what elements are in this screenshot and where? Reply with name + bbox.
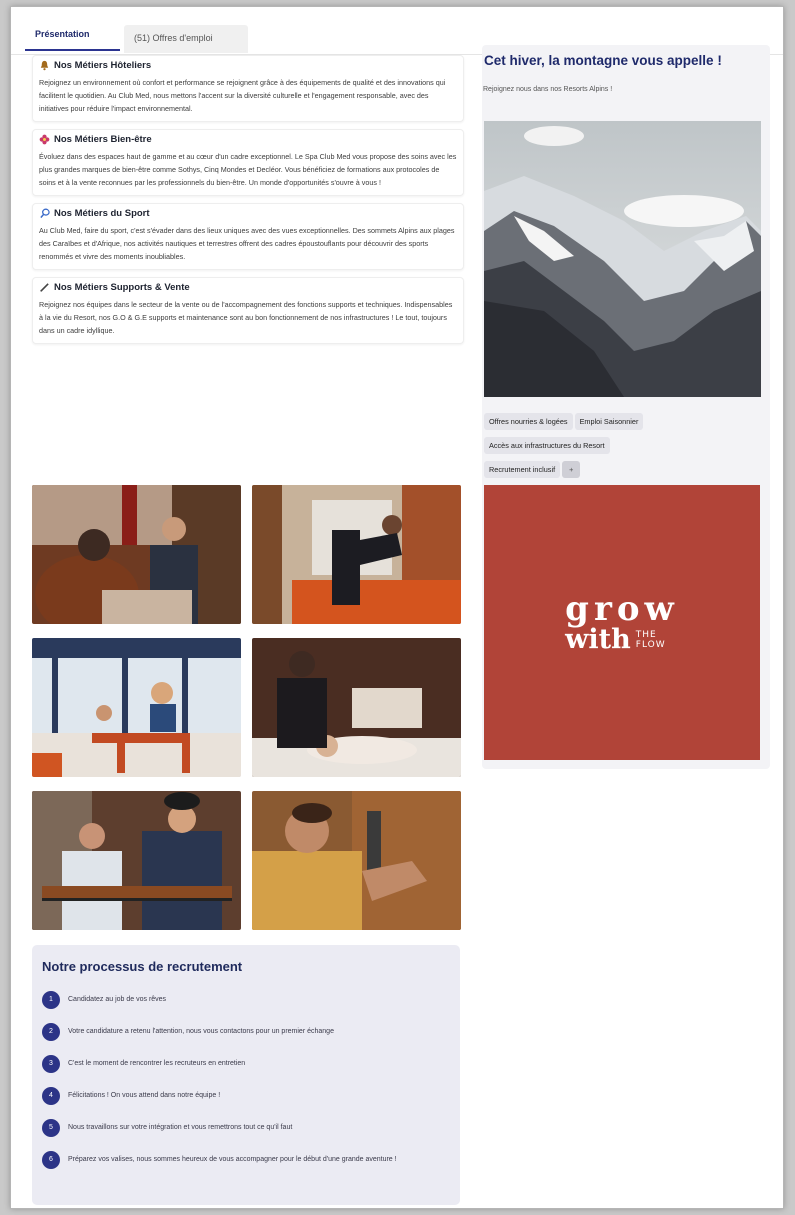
step-number: 6 — [42, 1150, 60, 1169]
photo-kids-club — [32, 638, 241, 777]
step-number: 1 — [42, 990, 60, 1009]
logo-the-flow: THE FLOW — [636, 630, 666, 650]
section-title-text: Nos Métiers du Sport — [54, 208, 150, 219]
bell-icon — [40, 60, 49, 71]
more-tags-button[interactable]: + — [562, 461, 581, 478]
aside-panel: Cet hiver, la montagne vous appelle ! Re… — [482, 45, 770, 769]
tab-presentation[interactable]: Présentation — [25, 21, 120, 51]
logo-line1: grow — [565, 588, 679, 629]
process-step: 5 Nous travaillons sur votre intégration … — [42, 1118, 450, 1137]
process-step: 4 Félicitations ! On vous attend dans not… — [42, 1086, 450, 1105]
aside-title: Cet hiver, la montagne vous appelle ! — [484, 53, 722, 68]
logo-word-with: with — [565, 623, 631, 655]
process-step: 2 Votre candidature a retenu l'attention,… — [42, 1022, 450, 1041]
process-step: 6 Préparez vos valises, nous sommes heure… — [42, 1150, 450, 1169]
section-title: Nos Métiers Supports & Vente — [39, 282, 457, 293]
section-hotel: Nos Métiers Hôteliers Rejoignez un envir… — [32, 55, 464, 122]
mountain-image — [484, 121, 761, 397]
tag[interactable]: Accès aux infrastructures du Resort — [484, 437, 610, 454]
section-text: Au Club Med, faire du sport, c'est s'éva… — [39, 226, 455, 261]
pen-icon — [39, 283, 49, 293]
step-text: Candidatez au job de vos rêves — [68, 996, 167, 1003]
section-title: Nos Métiers Hôteliers — [39, 60, 457, 71]
racket-icon — [39, 208, 50, 219]
logo-text: grow with THE FLOW — [565, 592, 679, 654]
section-text: Évoluez dans des espaces haut de gamme e… — [39, 152, 457, 187]
company-sections: Nos Métiers Hôteliers Rejoignez un envir… — [32, 55, 464, 351]
section-title-text: Nos Métiers Bien-être — [54, 134, 152, 145]
photo-maintenance — [252, 791, 461, 930]
tag-list: Offres nourries & logées Emploi Saisonnie… — [484, 411, 764, 483]
section-text: Rejoignez un environnement où confort et… — [39, 78, 446, 113]
photo-housekeeping — [252, 485, 461, 624]
process-step: 3 C'est le moment de rencontrer les recru… — [42, 1054, 450, 1073]
section-wellness: Nos Métiers Bien-être Évoluez dans des e… — [32, 129, 464, 196]
step-number: 5 — [42, 1118, 60, 1137]
section-support-sales: Nos Métiers Supports & Vente Rejoignez n… — [32, 277, 464, 344]
tag[interactable]: Recrutement inclusif — [484, 461, 561, 478]
grow-with-the-flow-logo: grow with THE FLOW — [484, 485, 760, 760]
step-text: Préparez vos valises, nous sommes heureu… — [68, 1156, 397, 1163]
aside-subtitle: Rejoignez nous dans nos Resorts Alpins ! — [483, 86, 613, 93]
tab-job-offers[interactable]: (51) Offres d'emploi — [124, 25, 248, 53]
recruitment-process: Notre processus de recrutement 1 Candidat… — [32, 945, 460, 1205]
step-text: Nous travaillons sur votre intégration e… — [68, 1124, 293, 1131]
photo-chefs — [32, 791, 241, 930]
step-text: C'est le moment de rencontrer les recrut… — [68, 1060, 246, 1067]
logo-flow: FLOW — [635, 639, 666, 650]
step-number: 4 — [42, 1086, 60, 1105]
logo-line2: with THE FLOW — [565, 623, 679, 655]
step-text: Félicitations ! On vous attend dans notr… — [68, 1092, 221, 1099]
tag[interactable]: Offres nourries & logées — [484, 413, 573, 430]
step-number: 2 — [42, 1022, 60, 1041]
section-title: Nos Métiers Bien-être — [39, 134, 457, 145]
step-number: 3 — [42, 1054, 60, 1073]
section-text: Rejoignez nos équipes dans le secteur de… — [39, 300, 453, 335]
flower-icon — [39, 134, 50, 145]
section-title: Nos Métiers du Sport — [39, 208, 457, 219]
step-text: Votre candidature a retenu l'attention, … — [68, 1028, 334, 1035]
photo-spa — [252, 638, 461, 777]
section-title-text: Nos Métiers Supports & Vente — [54, 282, 190, 293]
tag[interactable]: Emploi Saisonnier — [574, 413, 644, 430]
logo-the: THE — [635, 629, 657, 640]
process-title: Notre processus de recrutement — [42, 959, 243, 974]
photo-reception — [32, 485, 241, 624]
process-step: 1 Candidatez au job de vos rêves — [42, 990, 450, 1009]
section-sport: Nos Métiers du Sport Au Club Med, faire … — [32, 203, 464, 270]
section-title-text: Nos Métiers Hôteliers — [54, 60, 152, 71]
page-frame: Présentation (51) Offres d'emploi Nos Mé… — [10, 6, 784, 1209]
